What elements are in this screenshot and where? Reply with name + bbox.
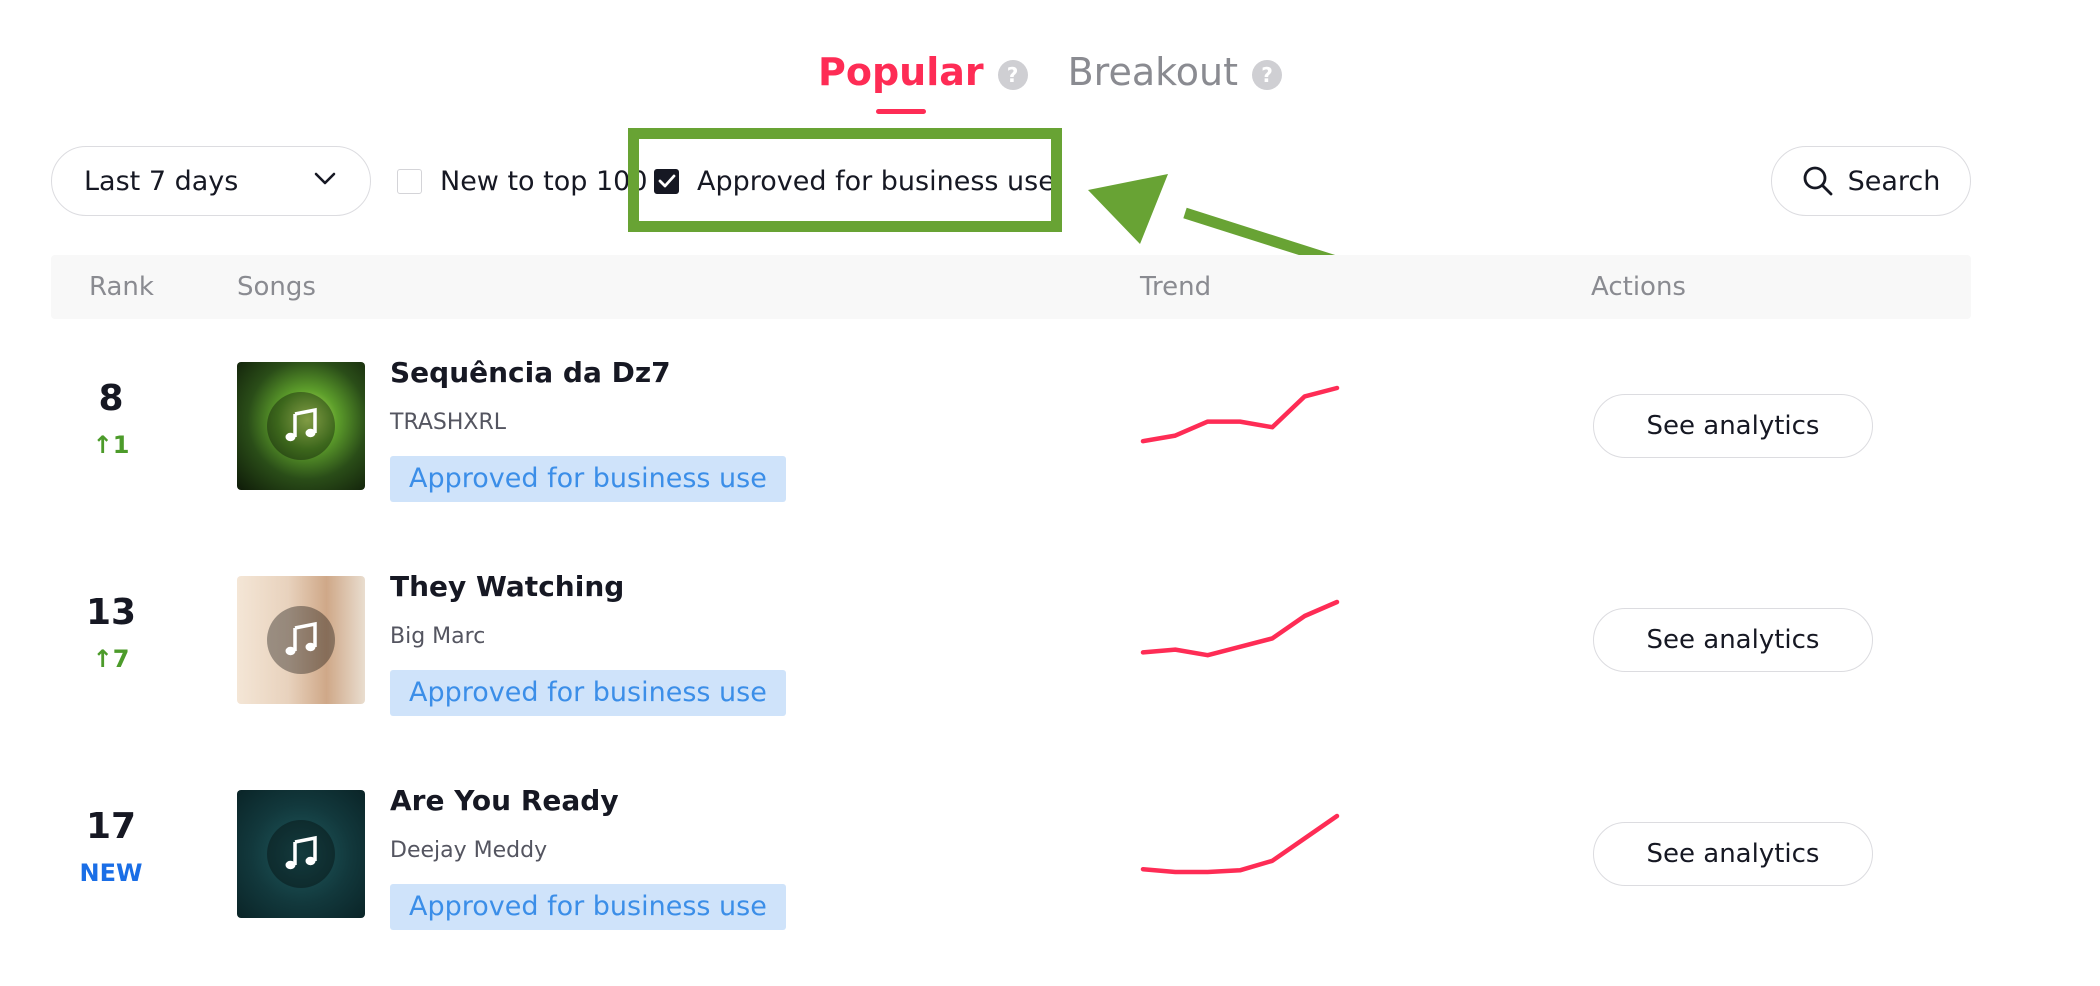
- approved-badge: Approved for business use: [390, 884, 786, 930]
- see-analytics-button[interactable]: See analytics: [1593, 394, 1873, 458]
- chart-tabs: Popular ? Breakout ?: [0, 50, 2100, 94]
- song-title[interactable]: Sequência da Dz7: [390, 356, 671, 389]
- rank-change: ↑7: [92, 645, 130, 673]
- music-note-icon: [267, 606, 335, 674]
- table-row: 8 ↑1 Sequência da Dz7 TRASHXRL Approved …: [51, 356, 1971, 532]
- trend-line: [1140, 385, 1340, 444]
- help-icon[interactable]: ?: [1252, 60, 1283, 90]
- rank-number: 8: [98, 378, 124, 419]
- trend-sparkline: [1140, 813, 1340, 875]
- rank-cell: 13 ↑7: [51, 592, 171, 673]
- approved-filter-label: Approved for business use: [697, 165, 1055, 197]
- approved-badge: Approved for business use: [390, 456, 786, 502]
- header-trend: Trend: [1140, 272, 1212, 302]
- trend-line: [1140, 813, 1340, 875]
- approved-checkbox[interactable]: [654, 168, 679, 194]
- new-to-top-filter[interactable]: New to top 100: [397, 146, 648, 216]
- tab-popular[interactable]: Popular ?: [818, 50, 1028, 94]
- checkmark-icon: [658, 174, 675, 188]
- music-note-icon: [267, 392, 335, 460]
- search-icon: [1803, 166, 1833, 196]
- song-cover[interactable]: [237, 790, 365, 918]
- period-dropdown-value: Last 7 days: [84, 165, 239, 197]
- song-artist[interactable]: Deejay Meddy: [390, 838, 547, 863]
- trend-sparkline: [1140, 599, 1340, 658]
- new-to-top-checkbox[interactable]: [397, 168, 422, 194]
- table-header: Rank Songs Trend Actions: [51, 255, 1971, 319]
- approved-badge: Approved for business use: [390, 670, 786, 716]
- table-row: 17 NEW Are You Ready Deejay Meddy Approv…: [51, 784, 1971, 960]
- rank-change: NEW: [79, 859, 143, 887]
- search-button-label: Search: [1847, 165, 1941, 197]
- chevron-down-icon: [314, 172, 336, 185]
- song-title[interactable]: They Watching: [390, 570, 624, 603]
- see-analytics-button[interactable]: See analytics: [1593, 608, 1873, 672]
- header-songs: Songs: [237, 272, 316, 302]
- song-title[interactable]: Are You Ready: [390, 784, 619, 817]
- approved-filter[interactable]: Approved for business use: [654, 146, 1055, 216]
- new-to-top-label: New to top 100: [440, 165, 648, 197]
- tab-breakout-label: Breakout: [1067, 50, 1239, 94]
- filter-bar: Last 7 days New to top 100 Approved for …: [51, 146, 1971, 216]
- rank-cell: 8 ↑1: [51, 378, 171, 459]
- trend-line: [1140, 599, 1340, 658]
- period-dropdown[interactable]: Last 7 days: [51, 146, 371, 216]
- trend-sparkline: [1140, 385, 1340, 444]
- song-cover[interactable]: [237, 362, 365, 490]
- rank-cell: 17 NEW: [51, 806, 171, 887]
- tab-popular-label: Popular: [817, 50, 984, 94]
- table-row: 13 ↑7 They Watching Big Marc Approved fo…: [51, 570, 1971, 746]
- rank-number: 17: [85, 806, 137, 847]
- song-artist[interactable]: TRASHXRL: [390, 410, 506, 435]
- header-actions: Actions: [1591, 272, 1686, 302]
- song-artist[interactable]: Big Marc: [390, 624, 485, 649]
- header-rank: Rank: [89, 272, 154, 302]
- search-button[interactable]: Search: [1771, 146, 1971, 216]
- song-cover[interactable]: [237, 576, 365, 704]
- rank-change: ↑1: [92, 431, 130, 459]
- tab-breakout[interactable]: Breakout ?: [1067, 50, 1283, 94]
- see-analytics-button[interactable]: See analytics: [1593, 822, 1873, 886]
- help-icon[interactable]: ?: [997, 60, 1028, 90]
- rank-number: 13: [85, 592, 137, 633]
- music-note-icon: [267, 820, 335, 888]
